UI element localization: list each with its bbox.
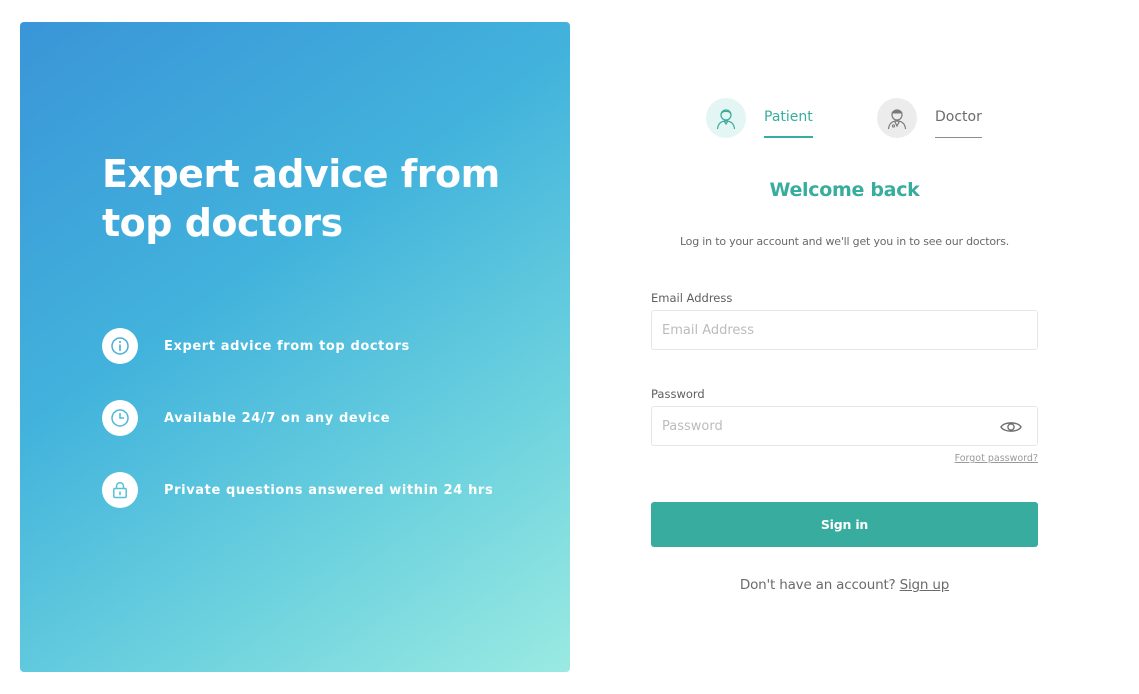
feature-text: Expert advice from top doctors bbox=[164, 338, 410, 354]
sign-up-link[interactable]: Sign up bbox=[900, 577, 950, 593]
hero-panel: Expert advice from top doctors Expert ad… bbox=[20, 22, 570, 672]
clock-icon bbox=[102, 400, 138, 436]
tab-doctor[interactable]: Doctor bbox=[877, 98, 982, 138]
hero-title: Expert advice from top doctors bbox=[102, 152, 500, 245]
doctor-avatar-icon bbox=[877, 98, 917, 138]
feature-item: Expert advice from top doctors bbox=[102, 328, 410, 364]
tab-doctor-label: Doctor bbox=[935, 109, 982, 125]
password-field[interactable] bbox=[652, 407, 1037, 445]
feature-item: Available 24/7 on any device bbox=[102, 400, 390, 436]
lock-icon bbox=[102, 472, 138, 508]
email-label: Email Address bbox=[651, 291, 733, 305]
eye-icon[interactable] bbox=[999, 419, 1023, 435]
patient-avatar-icon bbox=[706, 98, 746, 138]
password-label: Password bbox=[651, 387, 705, 401]
password-input-box bbox=[651, 406, 1038, 446]
signup-row: Don't have an account? Sign up bbox=[651, 577, 1038, 593]
tab-active-underline bbox=[764, 136, 813, 138]
sign-in-button[interactable]: Sign in bbox=[651, 502, 1038, 547]
feature-text: Private questions answered within 24 hrs bbox=[164, 482, 494, 498]
signup-prompt: Don't have an account? bbox=[739, 577, 896, 593]
tab-patient-label: Patient bbox=[764, 109, 813, 125]
email-input-box bbox=[651, 310, 1038, 350]
tab-patient[interactable]: Patient bbox=[706, 98, 813, 138]
info-icon bbox=[102, 328, 138, 364]
email-field[interactable] bbox=[652, 311, 1037, 349]
feature-text: Available 24/7 on any device bbox=[164, 410, 391, 426]
page-title: Welcome back bbox=[769, 179, 920, 201]
feature-item: Private questions answered within 24 hrs bbox=[102, 472, 493, 508]
page-subtitle: Log in to your account and we'll get you… bbox=[679, 235, 1010, 248]
tab-inactive-underline bbox=[935, 136, 982, 138]
forgot-password-link[interactable]: Forgot password? bbox=[955, 453, 1038, 464]
